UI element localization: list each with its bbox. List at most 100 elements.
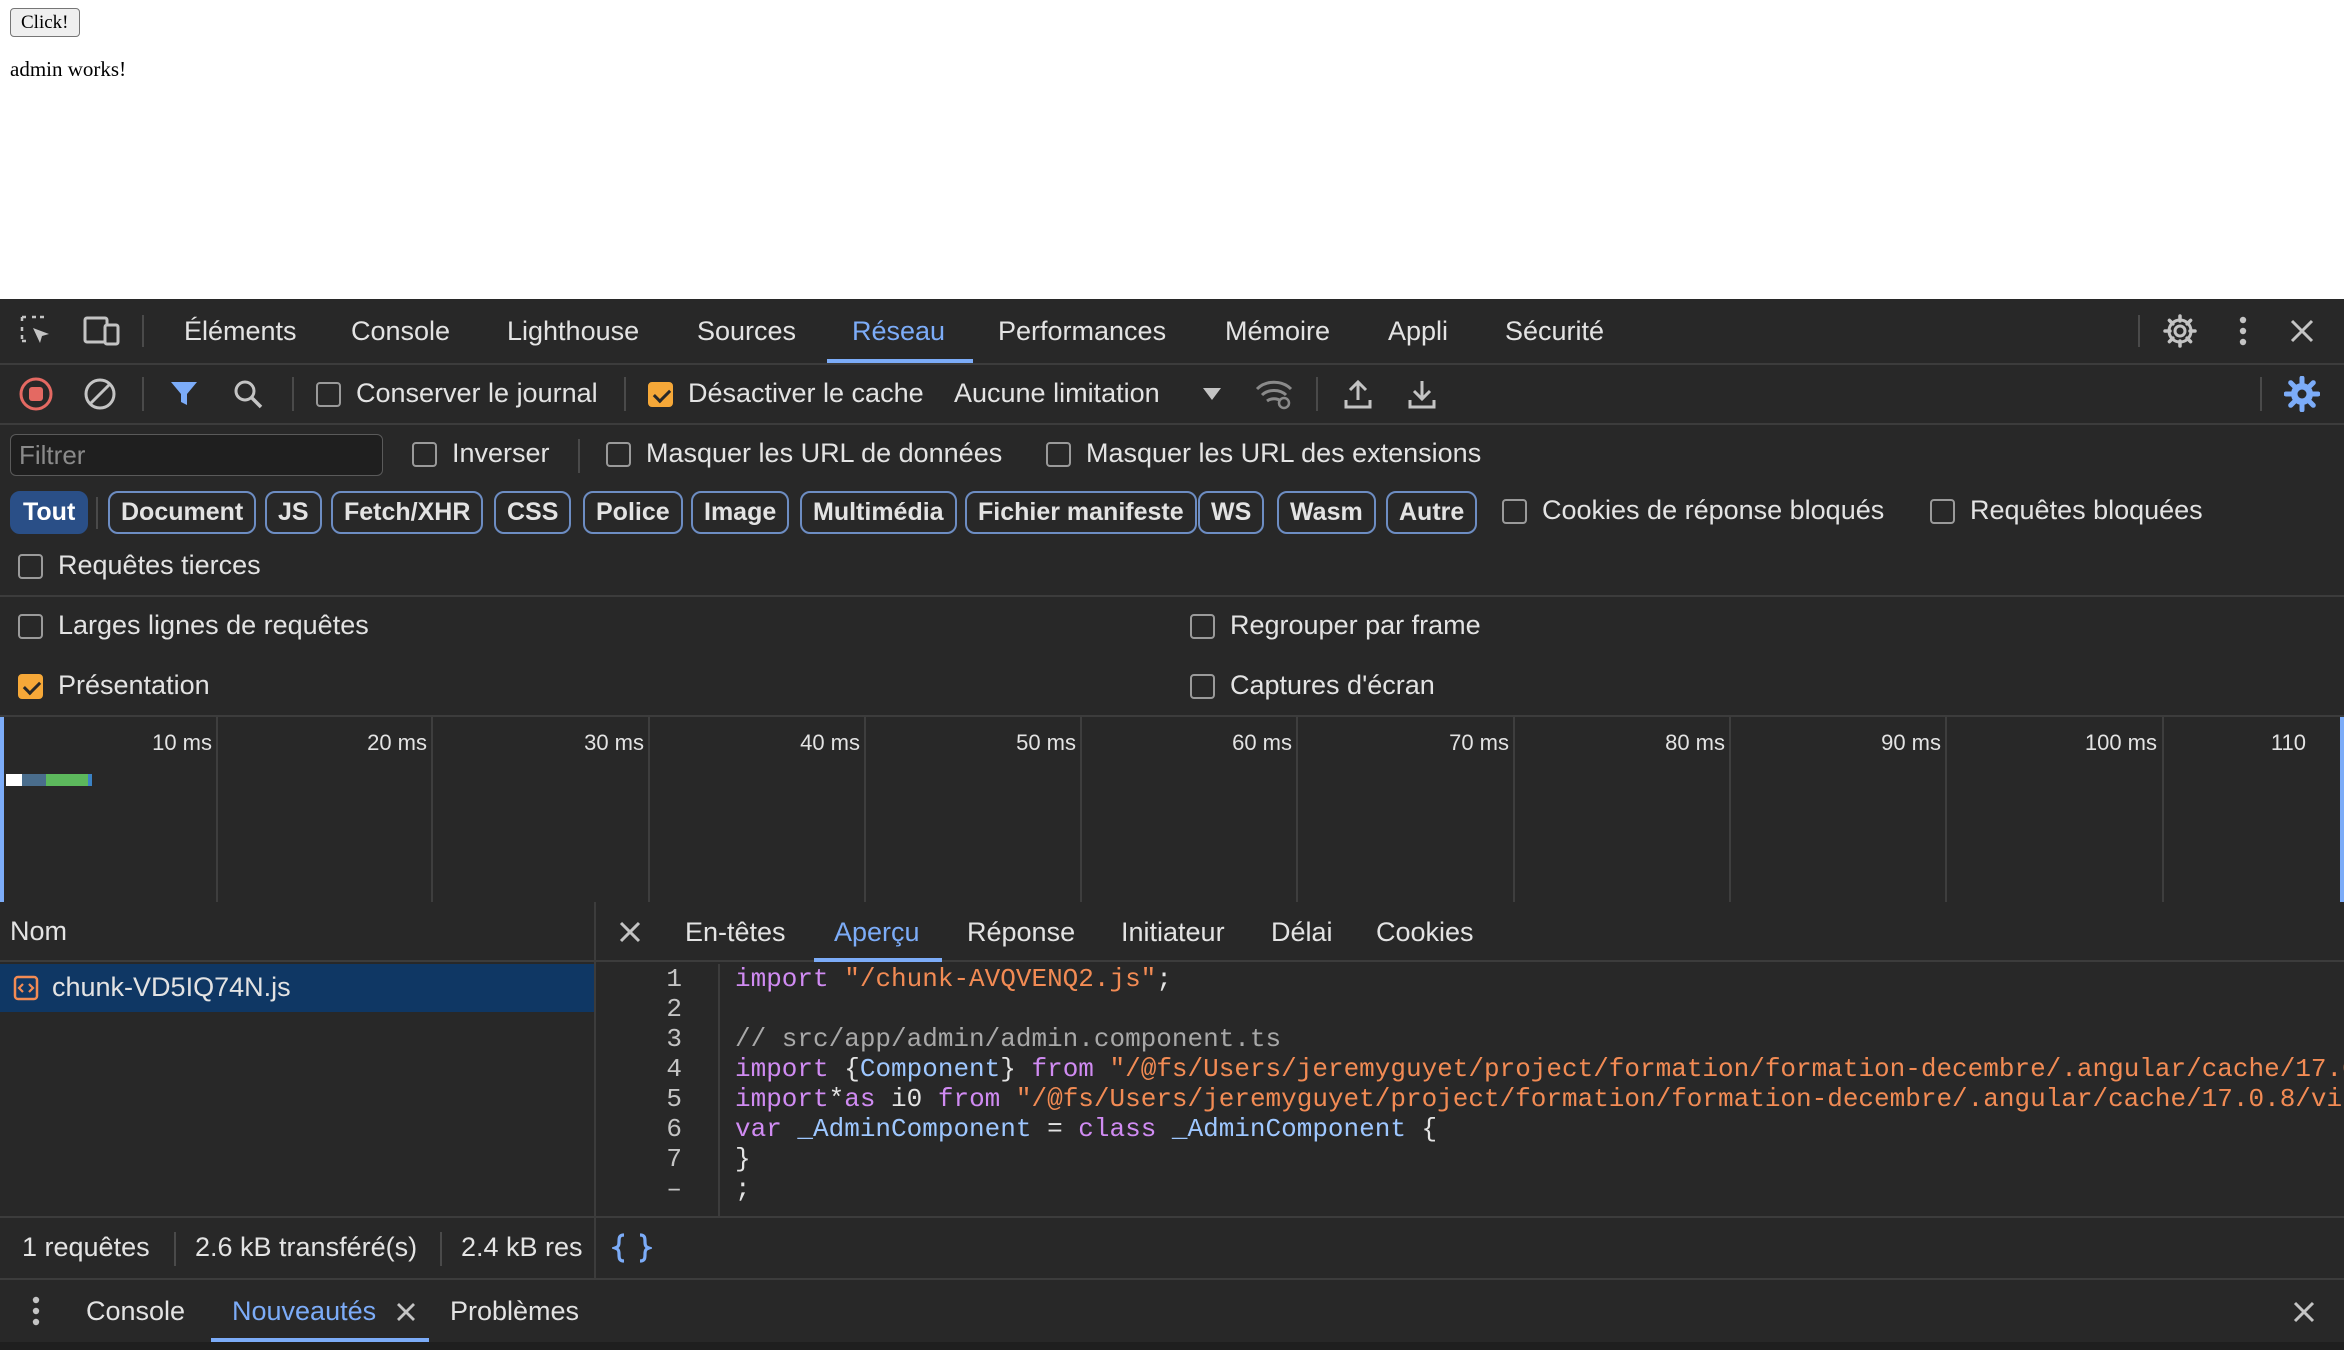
hide-data-urls-label: Masquer les URL de données [646, 438, 1003, 468]
separator [142, 377, 144, 411]
overview-checkbox[interactable] [18, 674, 43, 699]
chip-font[interactable]: Police [583, 491, 683, 534]
request-row-selected[interactable]: chunk-VD5IQ74N.js [0, 964, 594, 1012]
chip-manifest[interactable]: Fichier manifeste [965, 491, 1197, 534]
throttling-select[interactable]: Aucune limitation [954, 378, 1160, 409]
code-token: Component [859, 1054, 1001, 1084]
disable-cache-label: Désactiver le cache [688, 378, 924, 408]
drawer-tab-issues[interactable]: Problèmes [450, 1280, 579, 1342]
tab-headers[interactable]: En-têtes [685, 902, 786, 962]
clear-icon[interactable] [82, 376, 118, 412]
separator [578, 439, 580, 473]
import-har-icon[interactable] [1340, 376, 1376, 412]
timeline-left-handle[interactable] [0, 717, 4, 902]
network-overview-timeline[interactable]: 10 ms 20 ms 30 ms 40 ms 50 ms 60 ms 70 m… [0, 717, 2344, 902]
timeline-tick-label: 20 ms [367, 730, 427, 755]
chip-media[interactable]: Multimédia [800, 491, 957, 534]
tab-elements[interactable]: Éléments [184, 299, 297, 363]
tab-timing[interactable]: Délai [1271, 902, 1333, 962]
close-devtools-icon[interactable] [2284, 313, 2320, 349]
tab-network[interactable]: Réseau [852, 299, 945, 363]
drawer-tab-whats-new[interactable]: Nouveautés [232, 1280, 376, 1342]
export-har-icon[interactable] [1404, 376, 1440, 412]
settings-gear-icon[interactable] [2160, 311, 2200, 351]
tab-sources[interactable]: Sources [697, 299, 796, 363]
tab-performance[interactable]: Performances [998, 299, 1166, 363]
code-line-1: import "/chunk-AVQVENQ2.js"; [735, 964, 1172, 994]
chip-ws[interactable]: WS [1198, 491, 1265, 534]
pretty-print-icon[interactable] [610, 1230, 654, 1266]
timeline-right-handle[interactable] [2340, 717, 2344, 902]
tab-initiator[interactable]: Initiateur [1121, 902, 1225, 962]
tab-security[interactable]: Sécurité [1505, 299, 1604, 363]
chip-wasm[interactable]: Wasm [1277, 491, 1376, 534]
blocked-response-cookies-checkbox[interactable] [1502, 499, 1527, 524]
chip-fetch-xhr[interactable]: Fetch/XHR [331, 491, 484, 534]
separator [2138, 315, 2140, 347]
chevron-down-icon[interactable] [1198, 381, 1226, 407]
disable-cache-checkbox[interactable] [648, 382, 673, 407]
tab-lighthouse[interactable]: Lighthouse [507, 299, 639, 363]
preserve-log-checkbox[interactable] [316, 382, 341, 407]
network-conditions-icon[interactable] [1254, 376, 1294, 412]
code-preview-continued[interactable]: 6 7 – var _AdminComponent = class _Admin… [596, 1114, 2344, 1216]
timeline-gridline [864, 717, 866, 902]
code-preview[interactable]: 1 2 3 4 5 import "/chunk-AVQVENQ2.js"; /… [596, 964, 2344, 1114]
tab-application[interactable]: Appli [1388, 299, 1448, 363]
drawer-menu-icon[interactable] [24, 1294, 48, 1328]
hide-data-urls-checkbox[interactable] [606, 442, 631, 467]
device-toolbar-icon[interactable] [82, 313, 122, 349]
close-drawer-icon[interactable] [2288, 1296, 2320, 1328]
drawer-tab-console[interactable]: Console [86, 1280, 185, 1342]
chip-all[interactable]: Tout [10, 491, 89, 534]
inspect-element-icon[interactable] [18, 313, 54, 349]
code-token: from [1031, 1054, 1094, 1084]
click-button[interactable]: Click! [10, 8, 80, 37]
script-file-icon [12, 974, 40, 1002]
search-icon[interactable] [230, 376, 266, 412]
chip-document[interactable]: Document [108, 491, 257, 534]
line-number: – [666, 1174, 682, 1204]
tab-response[interactable]: Réponse [967, 902, 1075, 962]
group-by-frame-checkbox[interactable] [1190, 614, 1215, 639]
timeline-tick-label: 40 ms [800, 730, 860, 755]
large-rows-checkbox[interactable] [18, 614, 43, 639]
transferred-size: 2.6 kB transféré(s) [195, 1232, 418, 1262]
timeline-gridline [431, 717, 433, 902]
timeline-gridline [2162, 717, 2164, 902]
tab-cookies[interactable]: Cookies [1376, 902, 1474, 962]
code-token: { [828, 1054, 860, 1084]
close-tab-icon[interactable] [392, 1298, 420, 1326]
blocked-requests-checkbox[interactable] [1930, 499, 1955, 524]
tab-preview[interactable]: Aperçu [834, 902, 920, 962]
chip-css[interactable]: CSS [494, 491, 572, 534]
chip-other[interactable]: Autre [1386, 491, 1478, 534]
separator [624, 377, 626, 411]
chip-image[interactable]: Image [691, 491, 790, 534]
more-options-icon[interactable] [2228, 313, 2258, 349]
code-token: _AdminComponent [1156, 1114, 1422, 1144]
request-waterfall-waiting [22, 774, 46, 786]
chip-js[interactable]: JS [265, 491, 322, 534]
line-number: 7 [666, 1144, 682, 1174]
filter-funnel-icon[interactable] [166, 376, 202, 412]
tab-console[interactable]: Console [351, 299, 450, 363]
blocked-response-cookies-label: Cookies de réponse bloqués [1542, 495, 1885, 525]
filter-input[interactable] [10, 434, 383, 476]
stop-recording-icon[interactable] [18, 376, 54, 412]
screenshots-checkbox[interactable] [1190, 674, 1215, 699]
network-settings-icon[interactable] [2282, 374, 2322, 414]
name-column-header[interactable]: Nom [10, 916, 67, 947]
timeline-tick-label: 100 ms [2084, 730, 2157, 755]
code-token: class [1078, 1114, 1157, 1144]
hide-extension-urls-checkbox[interactable] [1046, 442, 1071, 467]
invert-checkbox[interactable] [412, 442, 437, 467]
code-token: = [1047, 1114, 1079, 1144]
separator [1316, 377, 1318, 411]
third-party-checkbox[interactable] [18, 554, 43, 579]
timeline-gridline [1513, 717, 1515, 902]
tab-memory[interactable]: Mémoire [1225, 299, 1330, 363]
close-detail-icon[interactable] [616, 918, 644, 946]
request-waterfall-queue [6, 774, 22, 786]
request-waterfall-download [46, 774, 88, 786]
